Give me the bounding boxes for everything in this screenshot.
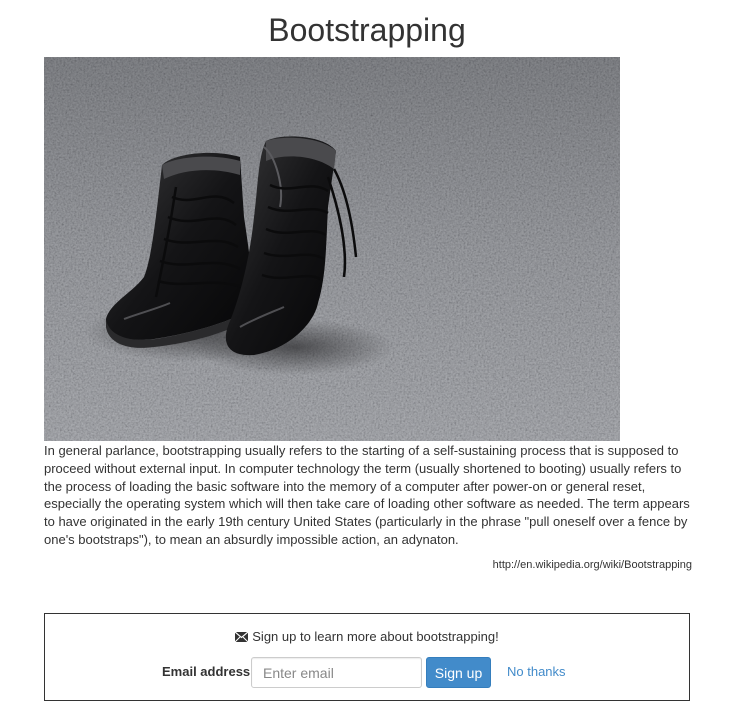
signup-message: Sign up to learn more about bootstrappin… (45, 629, 689, 644)
signup-button[interactable]: Sign up (426, 657, 491, 688)
email-input[interactable] (251, 657, 422, 688)
page: Bootstrapping In general parlance, boots… (0, 0, 734, 728)
email-label: Email address (162, 664, 251, 679)
envelope-icon (234, 630, 249, 643)
signup-message-text: Sign up to learn more about bootstrappin… (252, 629, 499, 644)
signup-panel: Sign up to learn more about bootstrappin… (44, 613, 690, 701)
source-link[interactable]: http://en.wikipedia.org/wiki/Bootstrappi… (493, 559, 692, 571)
no-thanks-link[interactable]: No thanks (507, 664, 566, 679)
signup-form: Email address Sign up No thanks (45, 657, 689, 689)
page-title: Bootstrapping (268, 12, 466, 48)
description-text: In general parlance, bootstrapping usual… (44, 443, 690, 547)
boots-photo (44, 57, 620, 441)
